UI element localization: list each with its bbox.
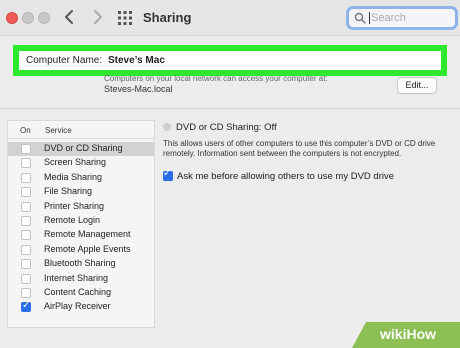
- watermark-logo: wikiHow: [380, 326, 437, 342]
- service-checkbox[interactable]: [21, 158, 31, 169]
- service-label: Remote Apple Events: [44, 243, 131, 254]
- service-row[interactable]: Media Sharing: [8, 171, 154, 185]
- service-row[interactable]: Remote Apple Events: [8, 243, 154, 257]
- chevron-left-icon: [65, 10, 73, 24]
- service-row[interactable]: Content Caching: [8, 286, 154, 300]
- service-checkbox[interactable]: [21, 300, 31, 313]
- back-button[interactable]: [60, 7, 80, 27]
- service-row[interactable]: Screen Sharing: [8, 156, 154, 170]
- service-row[interactable]: Internet Sharing: [8, 272, 154, 286]
- computer-name-value: Steve’s Mac: [108, 55, 165, 66]
- service-row[interactable]: DVD or CD Sharing: [8, 142, 154, 156]
- service-label: File Sharing: [44, 186, 93, 197]
- service-list-header: On Service: [8, 121, 154, 139]
- show-all-grid-icon[interactable]: [118, 11, 132, 25]
- ask-permission-checkbox[interactable]: [163, 168, 173, 181]
- network-access-info: Computers on your local network can acce…: [104, 74, 328, 83]
- service-checkbox[interactable]: [21, 201, 31, 212]
- edit-hostname-button[interactable]: Edit...: [397, 77, 437, 94]
- service-row[interactable]: Bluetooth Sharing: [8, 257, 154, 271]
- column-header-on: On: [20, 126, 31, 135]
- service-label: Remote Login: [44, 215, 101, 225]
- computer-name-label: Computer Name:: [26, 55, 103, 66]
- close-window-button[interactable]: [6, 12, 18, 24]
- service-label: AirPlay Receiver: [44, 301, 111, 312]
- service-checkbox[interactable]: [21, 288, 31, 298]
- window-title: Sharing: [143, 10, 192, 25]
- service-checkbox[interactable]: [21, 216, 31, 226]
- service-checkbox[interactable]: [21, 244, 31, 255]
- service-list: On Service DVD or CD Sharing Screen Shari…: [7, 120, 155, 328]
- service-row[interactable]: AirPlay Receiver: [8, 300, 154, 314]
- service-label: Remote Management: [44, 229, 131, 240]
- service-checkbox[interactable]: [21, 273, 31, 284]
- service-checkbox[interactable]: [21, 230, 31, 241]
- service-row[interactable]: Remote Management: [8, 228, 154, 242]
- service-checkbox[interactable]: [21, 259, 31, 270]
- service-label: Internet Sharing: [44, 272, 109, 283]
- forward-button[interactable]: [87, 7, 107, 27]
- service-label: Bluetooth Sharing: [44, 258, 116, 269]
- service-description: This allows users of other computers to …: [163, 139, 436, 158]
- local-hostname: Steves-Mac.local: [104, 84, 173, 94]
- ask-permission-label: Ask me before allowing others to use my …: [177, 171, 395, 182]
- search-field[interactable]: Search: [346, 6, 458, 30]
- service-label: Content Caching: [44, 287, 112, 297]
- chevron-right-icon: [94, 10, 102, 24]
- zoom-window-button[interactable]: [38, 12, 50, 24]
- service-label: Screen Sharing: [44, 157, 107, 168]
- service-label: DVD or CD Sharing: [44, 143, 123, 153]
- text-caret: [369, 12, 370, 24]
- service-checkbox[interactable]: [21, 187, 31, 198]
- minimize-window-button[interactable]: [22, 12, 34, 24]
- section-divider: [0, 108, 460, 109]
- service-checkbox[interactable]: [21, 144, 31, 154]
- service-label: Printer Sharing: [44, 200, 105, 211]
- column-header-service: Service: [45, 126, 72, 135]
- service-status: DVD or CD Sharing: Off: [176, 122, 277, 133]
- service-row[interactable]: Remote Login: [8, 214, 154, 228]
- service-label: Media Sharing: [44, 171, 103, 182]
- service-row[interactable]: File Sharing: [8, 185, 154, 199]
- service-row[interactable]: Printer Sharing: [8, 200, 154, 214]
- service-checkbox[interactable]: [21, 172, 31, 183]
- status-indicator-icon: [163, 123, 171, 131]
- title-bar: Sharing Search: [0, 0, 460, 36]
- search-placeholder: Search: [371, 12, 406, 24]
- search-icon: [354, 12, 366, 24]
